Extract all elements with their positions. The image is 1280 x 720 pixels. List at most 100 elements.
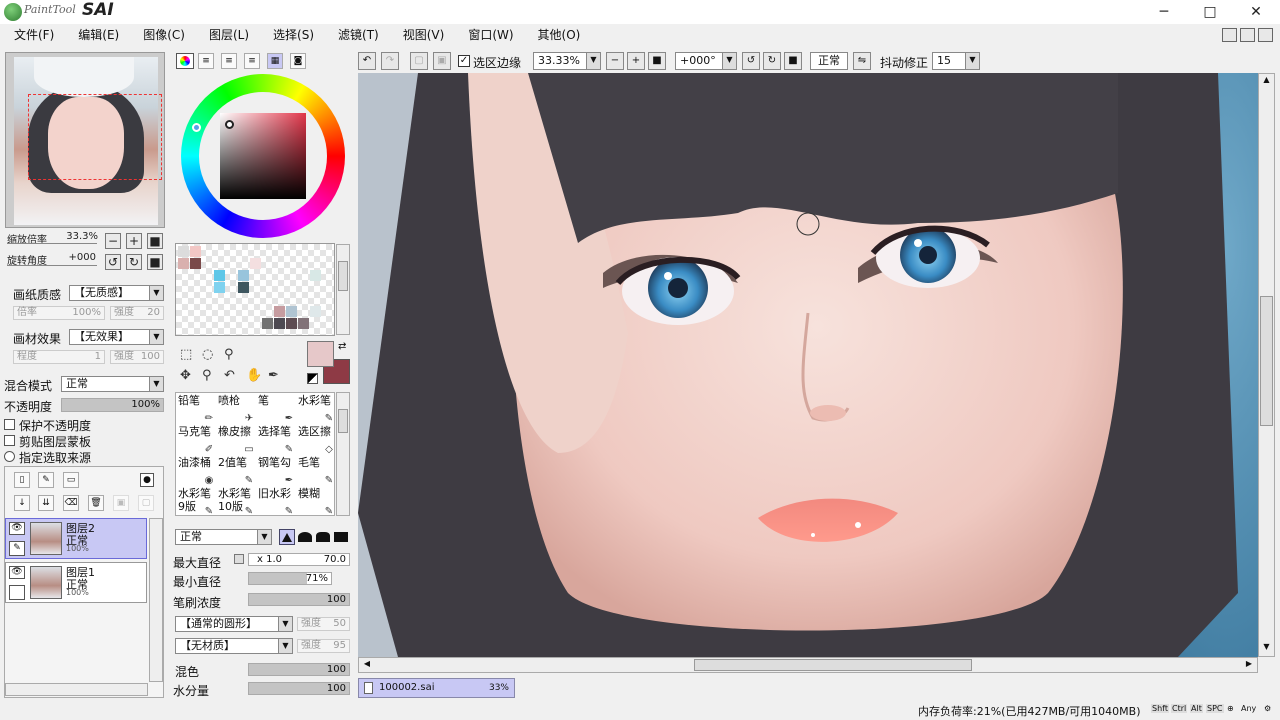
shape-strength-field[interactable]: 强度 50 <box>297 617 350 631</box>
paper-strength2-field[interactable]: 强度 100 <box>110 350 164 364</box>
flip-horizontal-button[interactable]: ⇋ <box>853 52 871 70</box>
canvas-rotate-right-button[interactable]: ↻ <box>763 52 781 70</box>
color-swatch[interactable] <box>298 318 309 329</box>
brush-mode-dropdown[interactable]: 正常 ▼ <box>175 529 272 545</box>
canvas-vscroll-thumb[interactable] <box>1260 296 1273 426</box>
canvas-rotate-left-button[interactable]: ↺ <box>742 52 760 70</box>
visibility-eye-icon[interactable]: 👁 <box>9 522 25 535</box>
layer-panel-option-icon[interactable]: ● <box>140 473 154 487</box>
scratchpad-tab-icon[interactable]: ◙ <box>290 53 306 69</box>
sv-cursor[interactable] <box>225 120 234 129</box>
opacity-slider[interactable]: 100% <box>61 398 164 412</box>
swatch-grid[interactable] <box>175 243 335 336</box>
menu-filter[interactable]: 滤镜(T) <box>324 24 389 46</box>
hand-icon[interactable]: ✋ <box>246 368 262 383</box>
layer-hscrollbar[interactable] <box>5 683 148 696</box>
new-folder-icon[interactable]: ▭ <box>63 472 79 488</box>
zoom-reset-button[interactable]: ■ <box>147 233 163 249</box>
brush-shape-blunt-icon[interactable] <box>316 532 330 542</box>
canvas-horizontal-scrollbar[interactable]: ◀ ▶ <box>358 657 1258 673</box>
color-wheel-tab-icon[interactable] <box>176 53 194 69</box>
canvas-zoom-in-button[interactable]: + <box>627 52 645 70</box>
brush-shape-pointed-icon[interactable] <box>279 529 295 545</box>
close-button[interactable]: ✕ <box>1233 2 1279 22</box>
layer-row[interactable]: 👁 ✎ 图层2 正常 100% <box>5 518 147 559</box>
hue-cursor[interactable] <box>192 123 201 132</box>
rect-select-icon[interactable]: ⬚ <box>180 347 192 362</box>
brush-tool-slot[interactable]: 模糊 ✎ <box>298 487 338 519</box>
stabilizer-combo[interactable]: 15 ▼ <box>932 52 980 70</box>
blend-slider[interactable]: 100 <box>248 663 350 676</box>
rotate-reset-button[interactable]: ■ <box>147 254 163 270</box>
rotate-tool-icon[interactable]: ↶ <box>224 368 235 383</box>
maximize-button[interactable]: □ <box>1187 2 1233 22</box>
rotate-slider[interactable] <box>7 265 97 266</box>
paper-degree-field[interactable]: 程度 1 <box>13 350 105 364</box>
eyedropper-icon[interactable]: ✒ <box>268 368 279 383</box>
color-swatch[interactable] <box>214 270 225 281</box>
hsv-slider-tab-icon[interactable]: ≡ <box>221 53 237 69</box>
brush-tool-slot[interactable]: 水彩笔 9版 ✎ <box>178 487 218 519</box>
menu-layer[interactable]: 图层(L) <box>195 24 259 46</box>
menu-view[interactable]: 视图(V) <box>389 24 455 46</box>
zoom-in-button[interactable]: + <box>126 233 142 249</box>
min-size-slider[interactable]: 71% <box>248 572 332 585</box>
texture-strength-field[interactable]: 强度 95 <box>297 639 350 653</box>
brush-tool-slot[interactable]: 2值笔 ✎ <box>218 456 258 488</box>
redo-button[interactable]: ↷ <box>381 52 399 70</box>
menu-image[interactable]: 图像(C) <box>129 24 195 46</box>
brush-tool-slot[interactable]: 选区擦 ◇ <box>298 425 338 457</box>
paper-texture-dropdown[interactable]: 【无质感】 ▼ <box>69 285 164 301</box>
color-swatch[interactable] <box>310 270 321 281</box>
brush-tool-slot[interactable]: 钢笔勾 ✒ <box>258 456 298 488</box>
brush-tool-slot[interactable]: 毛笔 ✎ <box>298 456 338 488</box>
rotate-left-button[interactable]: ↺ <box>105 254 121 270</box>
selection-edge-checkbox[interactable]: ✓ <box>458 55 470 67</box>
brush-tool-slot[interactable]: 选择笔 ✎ <box>258 425 298 457</box>
mixer-tab-icon[interactable]: ≡ <box>244 53 260 69</box>
color-swatch[interactable] <box>286 306 297 317</box>
menu-file[interactable]: 文件(F) <box>0 24 64 46</box>
menu-window[interactable]: 窗口(W) <box>454 24 523 46</box>
scroll-up-icon[interactable]: ▲ <box>1260 75 1273 88</box>
magic-wand-icon[interactable]: ⚲ <box>224 347 234 362</box>
water-slider[interactable]: 100 <box>248 682 350 695</box>
rotate-combo[interactable]: +000° ▼ <box>675 52 737 70</box>
clear-layer-icon[interactable]: ⌫ <box>63 495 79 511</box>
minimize-button[interactable]: ─ <box>1141 2 1187 22</box>
brush-tool-slot[interactable]: 橡皮擦 ▭ <box>218 425 258 457</box>
color-swatch[interactable] <box>178 258 189 269</box>
brush-tool-slot[interactable]: 铅笔 ✏ <box>178 394 218 426</box>
rotate-right-button[interactable]: ↻ <box>126 254 142 270</box>
layer-row[interactable]: 👁 图层1 正常 100% <box>5 562 147 603</box>
scroll-right-icon[interactable]: ▶ <box>1243 659 1255 671</box>
swatch-tab-icon[interactable]: ▦ <box>267 53 283 69</box>
pen-lock-icon[interactable] <box>9 585 25 600</box>
menu-edit[interactable]: 编辑(E) <box>64 24 129 46</box>
view-mode-field[interactable]: 正常 <box>810 52 848 70</box>
color-swatch[interactable] <box>310 306 321 317</box>
color-swatch[interactable] <box>274 306 285 317</box>
new-layer-icon[interactable]: ▯ <box>14 472 30 488</box>
rgb-slider-tab-icon[interactable]: ≡ <box>198 53 214 69</box>
max-size-slider[interactable]: x 1.0 70.0 <box>248 553 350 566</box>
color-swatch[interactable] <box>238 282 249 293</box>
zoom-combo[interactable]: 33.33% ▼ <box>533 52 601 70</box>
scroll-down-icon[interactable]: ▼ <box>1260 642 1273 655</box>
zoom-out-button[interactable]: − <box>105 233 121 249</box>
color-swatch[interactable] <box>250 258 261 269</box>
brush-shape-dropdown[interactable]: 【通常的圆形】 ▼ <box>175 616 293 632</box>
brush-shape-flat-icon[interactable] <box>334 532 348 542</box>
blend-mode-dropdown[interactable]: 正常 ▼ <box>61 376 164 392</box>
color-swatch[interactable] <box>274 318 285 329</box>
transfer-down-icon[interactable]: ↓ <box>14 495 30 511</box>
document-tab[interactable]: 100002.sai 33% <box>358 678 515 698</box>
brush-tool-slot[interactable]: 油漆桶 ◉ <box>178 456 218 488</box>
lasso-icon[interactable]: ◌ <box>202 347 213 362</box>
paper-effect-dropdown[interactable]: 【无效果】 ▼ <box>69 329 164 345</box>
brush-tool-slot[interactable]: 旧水彩 ✎ <box>258 487 298 519</box>
drawing-canvas[interactable] <box>358 73 1258 657</box>
brush-shape-round-icon[interactable] <box>298 532 312 542</box>
color-swatch[interactable] <box>238 270 249 281</box>
brush-tool-slot[interactable]: 马克笔 ✐ <box>178 425 218 457</box>
